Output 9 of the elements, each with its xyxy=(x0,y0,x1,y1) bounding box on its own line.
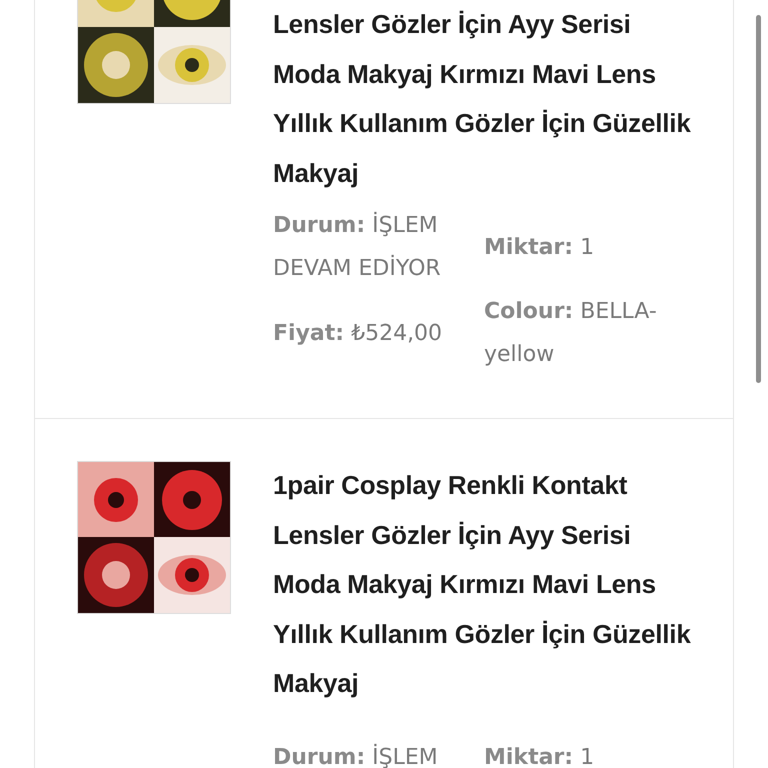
detail-text: Colour: BELLA-yellow xyxy=(484,298,658,369)
detail-text: Durum: İŞLEM DEVAM EDİYOR xyxy=(273,210,442,283)
detail-text: Durum: İŞLEM xyxy=(273,742,439,768)
product-title: 1pair Cosplay Renkli Kontakt Lensler Gözler İçin Ayy Serisi Moda Makyaj Kırmızı Mavi Lens Yıllık Kullanım Gözler İçin Güzellik Makyaj xyxy=(273,469,692,700)
detail-text: Miktar: 1 xyxy=(484,234,596,262)
detail-text: Miktar: 1 xyxy=(484,744,596,768)
product-title: Lensler Gözler İçin Ayy Serisi Moda Makyaj Kırmızı Mavi Lens Yıllık Kullanım Gözler İçin Güzellik Makyaj xyxy=(273,8,692,190)
detail-text: Fiyat: ₺524,00 xyxy=(273,320,444,348)
scrollbar[interactable] xyxy=(756,15,761,383)
